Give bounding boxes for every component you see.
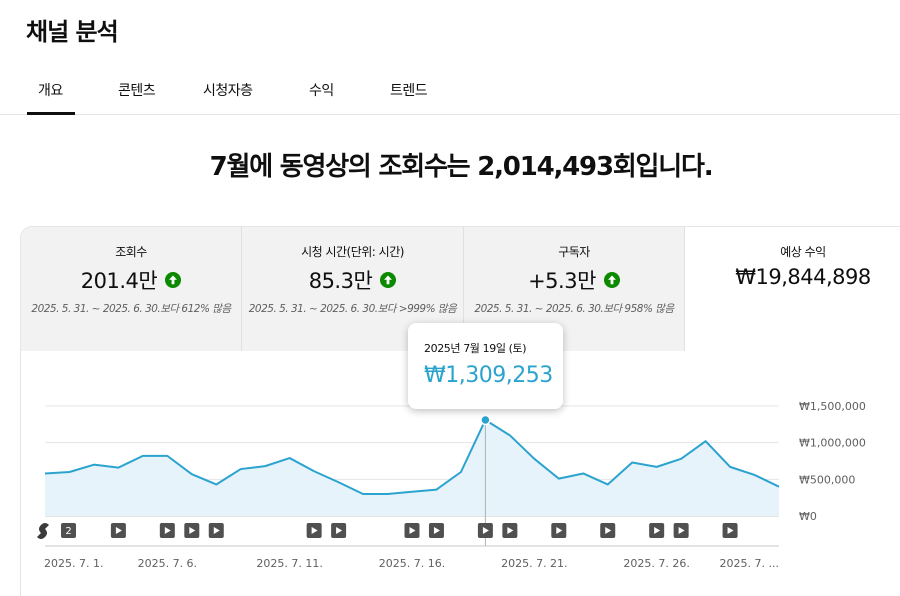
highlight-point xyxy=(480,414,491,426)
y-tick-label: ₩1,500,000 xyxy=(799,400,866,413)
video-marker-icon[interactable] xyxy=(673,523,689,538)
tooltip-value: ₩1,309,253 xyxy=(424,363,553,388)
x-tick-label: 2025. 7. 11. xyxy=(256,557,322,570)
x-tick-label: 2025. 7. 26. xyxy=(623,557,689,570)
chart-tooltip: 2025년 7월 19일 (토) ₩1,309,253 xyxy=(408,323,563,409)
video-marker-icon[interactable] xyxy=(502,523,518,538)
video-marker-icon[interactable] xyxy=(331,523,347,538)
y-tick-label: ₩500,000 xyxy=(799,473,855,486)
video-marker-icon[interactable] xyxy=(551,523,567,538)
x-tick-label: 2025. 7. 16. xyxy=(379,557,445,570)
video-marker-icon[interactable] xyxy=(306,523,322,538)
x-tick-label: 2025. 7. 21. xyxy=(501,557,567,570)
video-count-badge: 2 xyxy=(61,523,76,538)
video-marker-icon[interactable] xyxy=(208,523,224,538)
video-marker-icon[interactable] xyxy=(159,523,175,538)
y-tick-label: ₩0 xyxy=(799,510,817,523)
x-tick-label: 2025. 7. 1. xyxy=(44,557,103,570)
video-marker-icon[interactable] xyxy=(477,523,493,538)
tooltip-date: 2025년 7월 19일 (토) xyxy=(424,342,527,355)
revenue-chart[interactable]: ₩0 ₩500,000 ₩1,000,000 ₩1,500,000 2 2025. 7. … xyxy=(0,0,900,596)
channel-analytics-page: 채널 분석 개요 콘텐츠 시청자층 수익 트렌드 7월에 동영상의 조회수는 2… xyxy=(0,0,900,596)
video-marker-icon[interactable] xyxy=(110,523,126,538)
y-tick-label: ₩1,000,000 xyxy=(799,437,866,450)
x-tick-label: 2025. 7. ... xyxy=(720,557,779,570)
badge-count-text: 2 xyxy=(65,526,71,537)
area-fill xyxy=(45,419,779,516)
video-marker-icon[interactable] xyxy=(184,523,200,538)
video-marker-icon[interactable] xyxy=(722,523,738,538)
video-marker-icon[interactable] xyxy=(649,523,665,538)
shorts-icon xyxy=(37,523,49,539)
video-marker-icon[interactable] xyxy=(404,523,420,538)
x-tick-label: 2025. 7. 6. xyxy=(138,557,197,570)
video-marker-icon[interactable] xyxy=(600,523,616,538)
video-marker-icon[interactable] xyxy=(428,523,444,538)
